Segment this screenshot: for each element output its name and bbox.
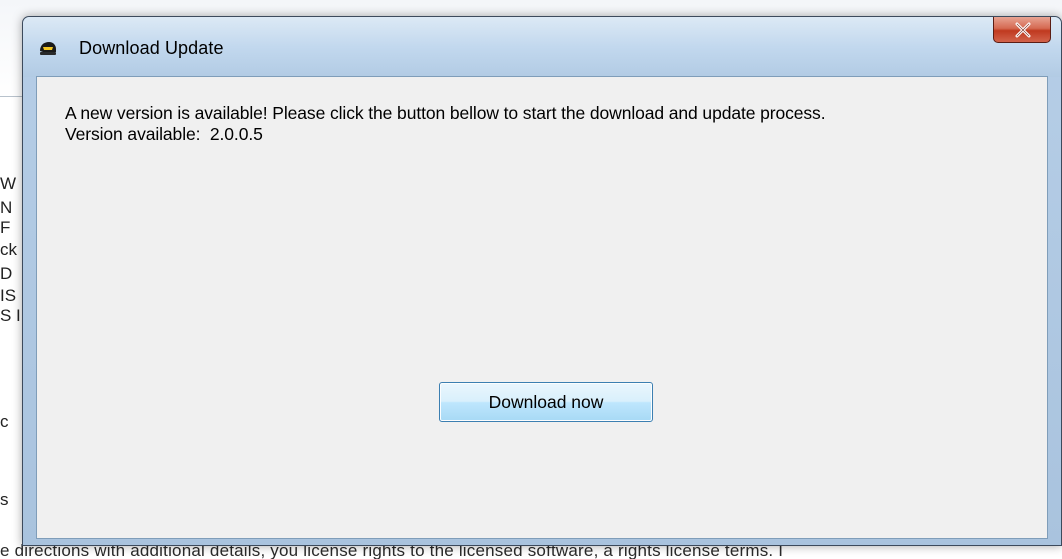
version-label: Version available: — [65, 124, 201, 144]
dialog-content: A new version is available! Please click… — [36, 76, 1048, 539]
update-message: A new version is available! Please click… — [65, 103, 826, 123]
background-text-fragment: N — [0, 198, 13, 217]
background-text-fragment: IS — [0, 286, 17, 305]
background-text-fragment: c — [0, 412, 9, 431]
background-text-fragment: s — [0, 490, 9, 509]
background-text-fragment: F — [0, 218, 11, 237]
helmet-icon — [39, 41, 57, 57]
download-update-dialog: Download Update A new version is availab… — [22, 16, 1062, 546]
download-now-button[interactable]: Download now — [439, 382, 653, 422]
version-value: 2.0.0.5 — [209, 124, 263, 144]
title-bar[interactable]: Download Update — [23, 17, 1061, 77]
background-text-fragment: S I — [0, 306, 21, 325]
background-text-fragment: W — [0, 174, 17, 193]
background-text-fragment: ck — [0, 240, 17, 259]
close-button[interactable] — [993, 17, 1051, 43]
background-text-fragment: D — [0, 264, 13, 283]
window-title: Download Update — [79, 38, 224, 58]
close-icon — [1015, 22, 1031, 38]
version-info: Version available: 2.0.0.5 — [65, 124, 263, 145]
